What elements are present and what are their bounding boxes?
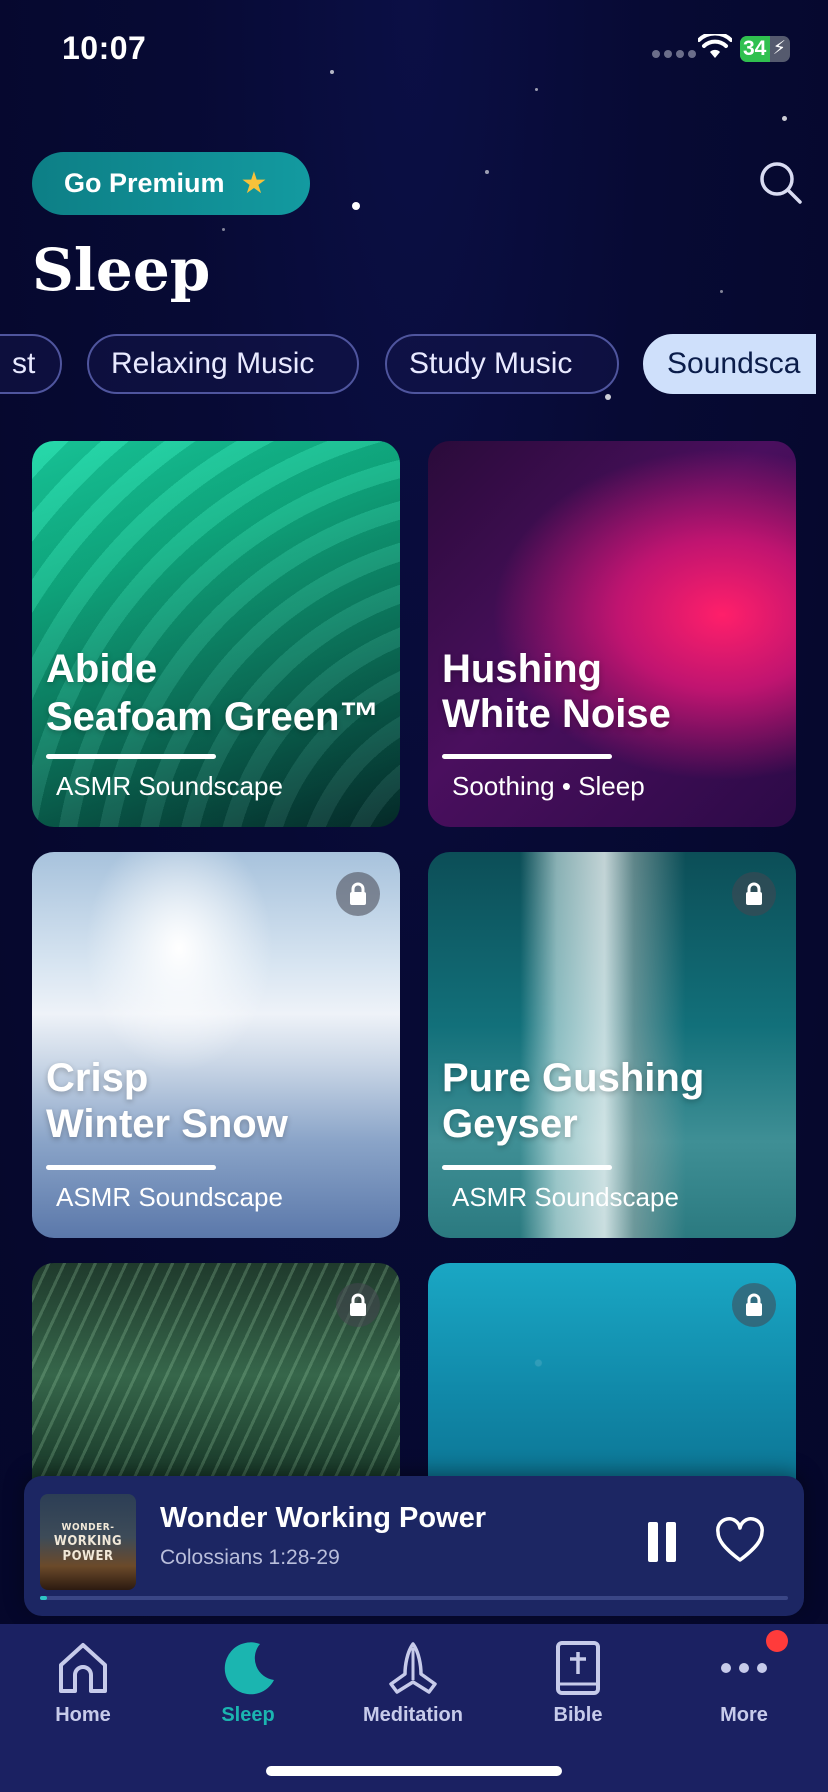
card-title-line1: Abide [46, 647, 158, 691]
card-title-line2: Geyser [442, 1102, 578, 1146]
playback-progress-fill [40, 1596, 48, 1600]
card-title-line2: White Noise [442, 692, 671, 736]
card-divider [46, 1165, 216, 1170]
card-title-line1: Pure Gushing [442, 1056, 705, 1100]
search-icon[interactable] [758, 160, 804, 206]
card-title-line1: Hushing [442, 647, 602, 691]
tab-home[interactable]: Home [13, 1634, 153, 1727]
go-premium-label: Go Premium [64, 168, 225, 198]
tab-sleep[interactable]: Sleep [178, 1634, 318, 1727]
home-icon [59, 1643, 107, 1693]
tab-label: Bible [553, 1704, 603, 1726]
go-premium-button[interactable]: Go Premium ★ [32, 152, 310, 215]
card-divider [442, 1165, 612, 1170]
card-divider [46, 754, 216, 759]
chip-relaxing-music[interactable]: Relaxing Music [87, 334, 359, 394]
more-icon [721, 1663, 767, 1673]
now-playing-title: Wonder Working Power [160, 1502, 487, 1534]
tab-label: More [720, 1704, 768, 1726]
lock-icon [732, 1283, 776, 1327]
tab-bible[interactable]: Bible [508, 1634, 648, 1727]
now-playing-subtitle: Colossians 1:28-29 [160, 1546, 340, 1569]
chip-study-music[interactable]: Study Music [385, 334, 619, 394]
card-title-line1: Crisp [46, 1056, 149, 1100]
category-chips: st Relaxing Music Study Music Soundsca [0, 334, 828, 394]
tab-label: Home [55, 1704, 111, 1726]
chip-label: st [12, 347, 36, 380]
tab-meditation[interactable]: Meditation [343, 1634, 483, 1727]
card-hushing-white-noise[interactable]: Hushing White Noise Soothing • Sleep [428, 441, 796, 827]
card-title-line2: Seafoam Green™ [46, 695, 380, 739]
lock-icon [336, 872, 380, 916]
chip-soundscapes[interactable]: Soundsca [643, 334, 816, 394]
chip-label: Study Music [409, 347, 573, 380]
signal-icon [652, 50, 696, 58]
card-title-line2: Winter Snow [46, 1102, 288, 1146]
status-time: 10:07 [62, 30, 147, 66]
tab-label: Sleep [221, 1704, 275, 1726]
card-divider [442, 754, 612, 759]
card-subtitle: ASMR Soundscape [56, 1182, 283, 1212]
battery-level: 34 [743, 37, 767, 60]
pause-button[interactable] [646, 1522, 676, 1562]
lock-icon [336, 1283, 380, 1327]
lock-icon [732, 872, 776, 916]
chip-partial[interactable]: st [0, 334, 62, 394]
album-cover: WONDER- WORKING POWER [40, 1494, 136, 1590]
card-crisp-winter-snow[interactable]: Crisp Winter Snow ASMR Soundscape [32, 852, 400, 1238]
chip-label: Soundsca [667, 347, 801, 380]
page-title: Sleep [32, 236, 211, 304]
tab-label: Meditation [363, 1704, 463, 1726]
card-pure-gushing-geyser[interactable]: Pure Gushing Geyser ASMR Soundscape [428, 852, 796, 1238]
home-indicator [266, 1766, 562, 1776]
card-subtitle: ASMR Soundscape [452, 1182, 679, 1212]
tab-more[interactable]: More [674, 1634, 814, 1727]
cover-text-line1: WONDER- [61, 1521, 115, 1533]
moon-icon [224, 1642, 274, 1695]
now-playing-bar[interactable]: WONDER- WORKING POWER Wonder Working Pow… [24, 1476, 804, 1616]
card-subtitle: ASMR Soundscape [56, 771, 283, 801]
praying-hands-icon [389, 1642, 437, 1694]
cover-text-line3: POWER [62, 1548, 114, 1564]
playback-progress[interactable] [40, 1596, 788, 1600]
cover-text-line2: WORKING [53, 1533, 123, 1549]
card-abide-seafoam-green[interactable]: Abide Seafoam Green™ ASMR Soundscape [32, 441, 400, 827]
card-subtitle: Soothing • Sleep [452, 771, 645, 801]
status-bar: 10:07 34 ⚡ [0, 0, 828, 100]
star-icon: ★ [240, 167, 268, 200]
chip-label: Relaxing Music [111, 347, 315, 380]
battery-icon: 34 ⚡ [740, 36, 790, 62]
notification-badge [766, 1630, 788, 1652]
bible-icon [556, 1641, 600, 1695]
heart-icon[interactable] [714, 1516, 766, 1568]
wifi-icon [698, 34, 732, 58]
